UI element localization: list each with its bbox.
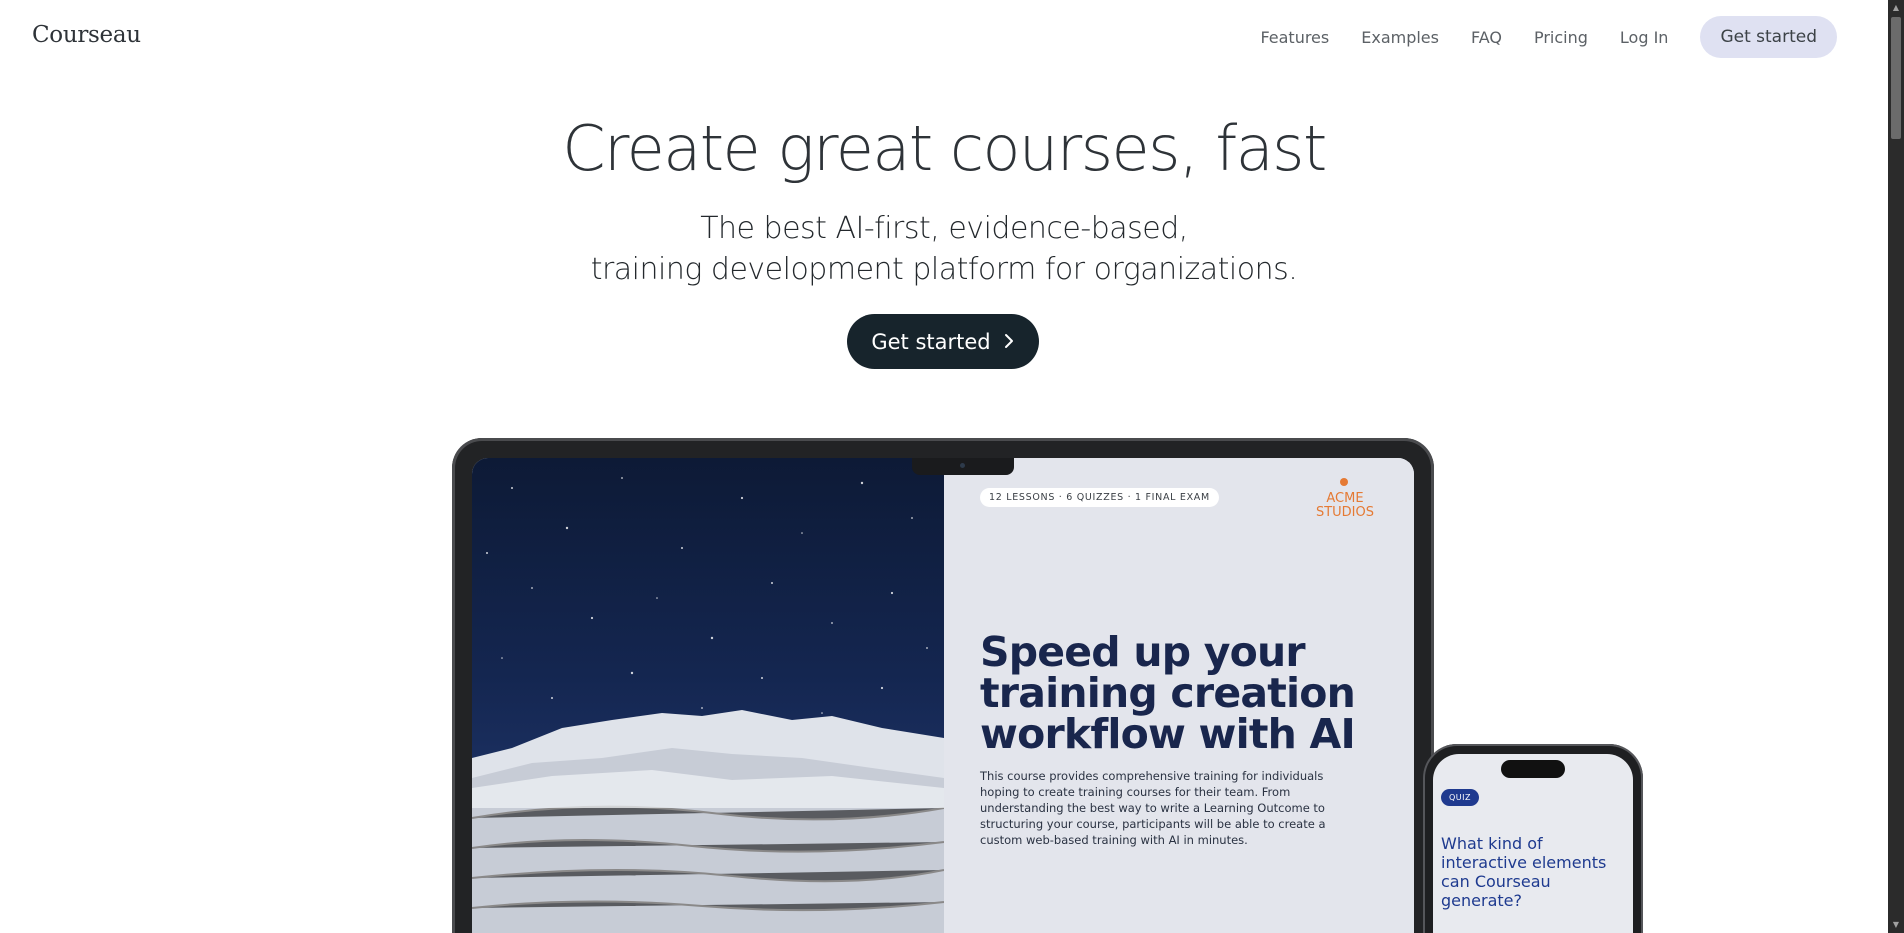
nav-link-pricing[interactable]: Pricing [1534,28,1588,47]
chevron-right-icon [1003,330,1015,354]
nav-link-login[interactable]: Log In [1620,28,1669,47]
scrollbar-thumb[interactable] [1891,17,1901,139]
nav-links: Features Examples FAQ Pricing Log In Get… [1228,16,1837,58]
page-scrollbar[interactable]: ▲ ▼ [1888,0,1904,933]
brand-logo: ACME STUDIOS [1316,492,1374,520]
course-title-line-3: workflow with AI [980,710,1356,758]
hero-title: Create great courses, fast [562,112,1327,185]
laptop-screen: 12 LESSONS · 6 QUIZZES · 1 FINAL EXAM AC… [472,458,1414,933]
dynamic-island [1501,760,1565,778]
course-title-line-1: Speed up your [980,628,1306,676]
course-description: This course provides comprehensive train… [980,769,1326,847]
brand-line-2: STUDIOS [1315,505,1374,520]
camera-icon [960,463,965,468]
hero-get-started-button[interactable]: Get started [847,314,1039,369]
sun-icon [1340,478,1348,486]
site-logo[interactable]: Courseau [32,22,141,48]
course-title: Speed up your training creation workflow… [980,632,1400,755]
hero-subtitle-line-2: training development platform for organi… [590,252,1298,287]
laptop-mockup: 12 LESSONS · 6 QUIZZES · 1 FINAL EXAM AC… [452,438,1434,933]
hero-cta-label: Get started [871,329,991,354]
course-stats-pill: 12 LESSONS · 6 QUIZZES · 1 FINAL EXAM [980,488,1219,507]
brand-line-1: ACME [1326,491,1364,506]
quiz-question: What kind of interactive elements can Co… [1441,834,1607,910]
scroll-up-arrow-icon[interactable]: ▲ [1888,0,1904,16]
course-cover: 12 LESSONS · 6 QUIZZES · 1 FINAL EXAM AC… [944,458,1414,933]
hero-subtitle-line-1: The best AI-first, evidence-based, [700,211,1188,246]
mountain-image [472,458,945,933]
hero-subtitle: The best AI-first, evidence-based, train… [0,208,1888,290]
phone-screen: QUIZ What kind of interactive elements c… [1433,754,1633,933]
laptop-notch [912,458,1014,475]
scroll-down-arrow-icon[interactable]: ▼ [1888,917,1904,933]
nav-link-faq[interactable]: FAQ [1471,28,1502,47]
top-nav: Courseau Features Examples FAQ Pricing L… [0,0,1888,76]
course-title-line-2: training creation [980,669,1356,717]
nav-link-features[interactable]: Features [1260,28,1329,47]
nav-get-started-button[interactable]: Get started [1700,16,1837,58]
nav-link-examples[interactable]: Examples [1361,28,1439,47]
quiz-badge: QUIZ [1441,789,1479,806]
phone-mockup: QUIZ What kind of interactive elements c… [1423,744,1643,933]
